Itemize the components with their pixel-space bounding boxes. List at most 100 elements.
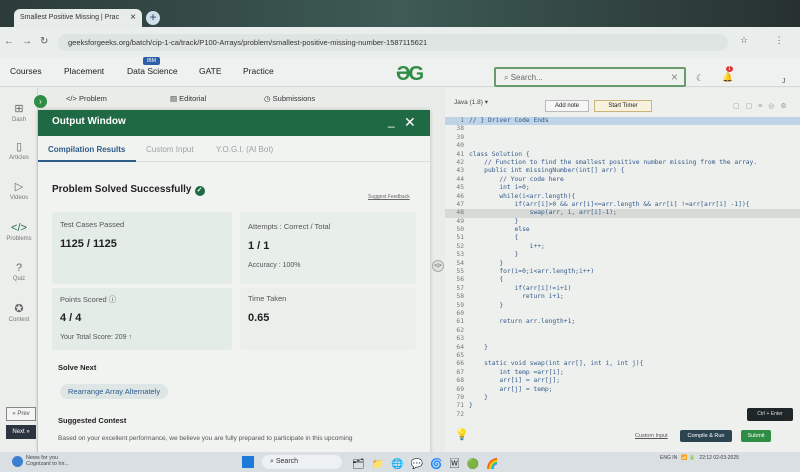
code-line[interactable]: 65 (445, 352, 800, 360)
code-line[interactable]: 50 else (445, 226, 800, 234)
nav-practice[interactable]: Practice (243, 66, 274, 76)
sidebar-item-articles[interactable]: ▯ Articles (0, 140, 38, 161)
tab-submissions[interactable]: ◷ Submissions (264, 94, 315, 103)
code-line[interactable]: 51 { (445, 234, 800, 242)
line-number: 54 (456, 259, 464, 267)
search-input[interactable]: ⌕ Search... × (494, 67, 686, 87)
suggest-feedback-link[interactable]: Suggest Feedback (368, 194, 410, 200)
dark-mode-icon[interactable]: ☾ (696, 73, 704, 84)
line-number: 72 (456, 410, 464, 418)
nav-data-science[interactable]: Data Science (127, 66, 178, 76)
code-line[interactable]: 38 (445, 125, 800, 133)
code-line[interactable]: 62 (445, 327, 800, 335)
code-line[interactable]: 39 (445, 134, 800, 142)
taskbar-search[interactable]: ⌕ Search (262, 455, 342, 469)
bookmark-star-icon[interactable]: ☆ ⋮ (740, 35, 796, 46)
start-timer-button[interactable]: Start Timer (594, 100, 652, 112)
prev-button[interactable]: « Prev (6, 407, 36, 421)
code-line[interactable]: 61 return arr.length+1; (445, 318, 800, 326)
sidebar-item-quiz[interactable]: ? Quiz (0, 262, 38, 282)
tab-compilation-results[interactable]: Compilation Results (48, 145, 125, 154)
test-cases-value: 1125 / 1125 (60, 238, 117, 250)
code-line[interactable]: 57 if(arr[i]!=i+1) (445, 285, 800, 293)
next-button[interactable]: Next » (6, 425, 36, 439)
tab-yogi-ai-bot[interactable]: Y.O.G.I. (AI Bot) (216, 145, 273, 154)
sidebar-item-dash[interactable]: ⊞ Dash (0, 102, 38, 123)
back-forward-reload-icons[interactable]: ←→↻ (4, 36, 56, 47)
minimize-icon[interactable]: _ (388, 114, 395, 128)
code-line[interactable]: 52 i++; (445, 243, 800, 251)
taskbar-app-icons[interactable]: 🗂📁🌐💬🌀🅆🟢🌈 (352, 455, 505, 470)
language-select[interactable]: Java (1.8) ▾ (454, 98, 488, 106)
code-line[interactable]: 60 (445, 310, 800, 318)
code-line[interactable]: 41 class Solution { (445, 151, 800, 159)
line-number: 56 (456, 276, 464, 284)
code-line[interactable]: 56 { (445, 276, 800, 284)
tab-custom-input[interactable]: Custom Input (146, 145, 194, 154)
code-line[interactable]: 48 swap(arr, i, arr[i]-1); (445, 209, 800, 218)
shortcut-tooltip: Ctrl + Enter (747, 408, 793, 421)
code-line[interactable]: 54 } (445, 260, 800, 268)
line-number: 63 (456, 335, 464, 343)
code-line[interactable]: 55 for(i=0;i<arr.length;i++) (445, 268, 800, 276)
info-icon[interactable]: ⓘ (109, 295, 117, 304)
windows-start-icon[interactable] (242, 456, 254, 468)
sidebar-item-videos[interactable]: ▷ Videos (0, 180, 38, 201)
pane-resize-handle[interactable]: <|> (432, 260, 444, 272)
code-line[interactable]: 53 } (445, 251, 800, 259)
expand-chevron-icon[interactable]: › (34, 95, 47, 108)
compile-run-button[interactable]: Compile & Run (680, 430, 732, 442)
tab-problem[interactable]: </> Problem (66, 94, 107, 103)
code-text: static void swap(int arr[], int i, int j… (469, 360, 644, 368)
code-line[interactable]: 69 arr[j] = temp; (445, 386, 800, 394)
code-line[interactable]: 63 (445, 335, 800, 343)
language-indicator[interactable]: ENG IN (660, 455, 677, 461)
nav-placement[interactable]: Placement (64, 66, 104, 76)
clear-icon[interactable]: × (671, 70, 678, 84)
url-field[interactable]: geeksforgeeks.org/batch/cip-1-ca/track/P… (58, 34, 728, 51)
lightbulb-icon[interactable]: 💡 (455, 428, 469, 441)
code-line[interactable]: 58 return i+1; (445, 293, 800, 301)
sidebar-label: Videos (9, 195, 29, 201)
avatar[interactable]: J (782, 78, 786, 85)
notification-bell-icon[interactable]: 🔔 (722, 72, 733, 83)
code-line[interactable]: 70 } (445, 394, 800, 402)
notification-count: 1 (726, 66, 733, 72)
code-line[interactable]: 45 int i=0; (445, 184, 800, 192)
code-line[interactable]: 64 } (445, 344, 800, 352)
editor-toolbar-icons[interactable]: ▢▢≡◎⚙ (733, 102, 793, 110)
nav-courses[interactable]: Courses (10, 66, 42, 76)
code-line[interactable]: 59 } (445, 302, 800, 310)
trophy-icon: ✪ (14, 303, 24, 315)
add-note-button[interactable]: Add note (545, 100, 589, 112)
code-area[interactable]: 1 // } Driver Code Ends 38 39 40 41 class Solu… (445, 117, 800, 419)
next-problem-link[interactable]: Rearrange Array Alternately (60, 384, 169, 399)
sidebar-item-contest[interactable]: ✪ Contest (0, 302, 38, 323)
code-line[interactable]: 46 while(i<arr.length){ (445, 193, 800, 201)
code-line[interactable]: 66 static void swap(int arr[], int i, in… (445, 360, 800, 368)
nav-gate[interactable]: GATE (199, 66, 222, 76)
close-icon[interactable]: ✕ (404, 114, 416, 131)
code-line[interactable]: 67 int temp =arr[i]; (445, 369, 800, 377)
tab-editorial[interactable]: ▤ Editorial (170, 94, 206, 103)
sidebar-item-problems[interactable]: </> Problems (0, 222, 38, 242)
code-line[interactable]: 43 public int missingNumber(int[] arr) { (445, 167, 800, 175)
gfg-logo[interactable]: ƏG (396, 63, 424, 86)
code-line[interactable]: 42 // Function to find the smallest posi… (445, 159, 800, 167)
code-line[interactable]: 49 } (445, 218, 800, 226)
code-line[interactable]: 47 if(arr[i]>0 && arr[i]<=arr.length && … (445, 201, 800, 209)
submit-button[interactable]: Submit (741, 430, 771, 442)
clock-time: 22:12 (699, 455, 712, 461)
code-line[interactable]: 1 // } Driver Code Ends (445, 117, 800, 126)
code-line[interactable]: 44 // Your code here (445, 176, 800, 184)
custom-input-link[interactable]: Custom Input (635, 433, 668, 439)
new-tab-button[interactable]: + (146, 11, 160, 25)
code-text: return i+1; (469, 293, 564, 301)
time-card: Time Taken 0.65 (240, 288, 416, 350)
close-tab-icon[interactable]: × (130, 12, 136, 23)
news-widget[interactable]: News for you Cognizant to hir... (12, 455, 69, 467)
browser-tab[interactable]: Smallest Positive Missing | Prac × (14, 9, 142, 27)
code-line[interactable]: 68 arr[i] = arr[j]; (445, 377, 800, 385)
code-line[interactable]: 40 (445, 142, 800, 150)
video-icon: ▷ (14, 181, 24, 193)
